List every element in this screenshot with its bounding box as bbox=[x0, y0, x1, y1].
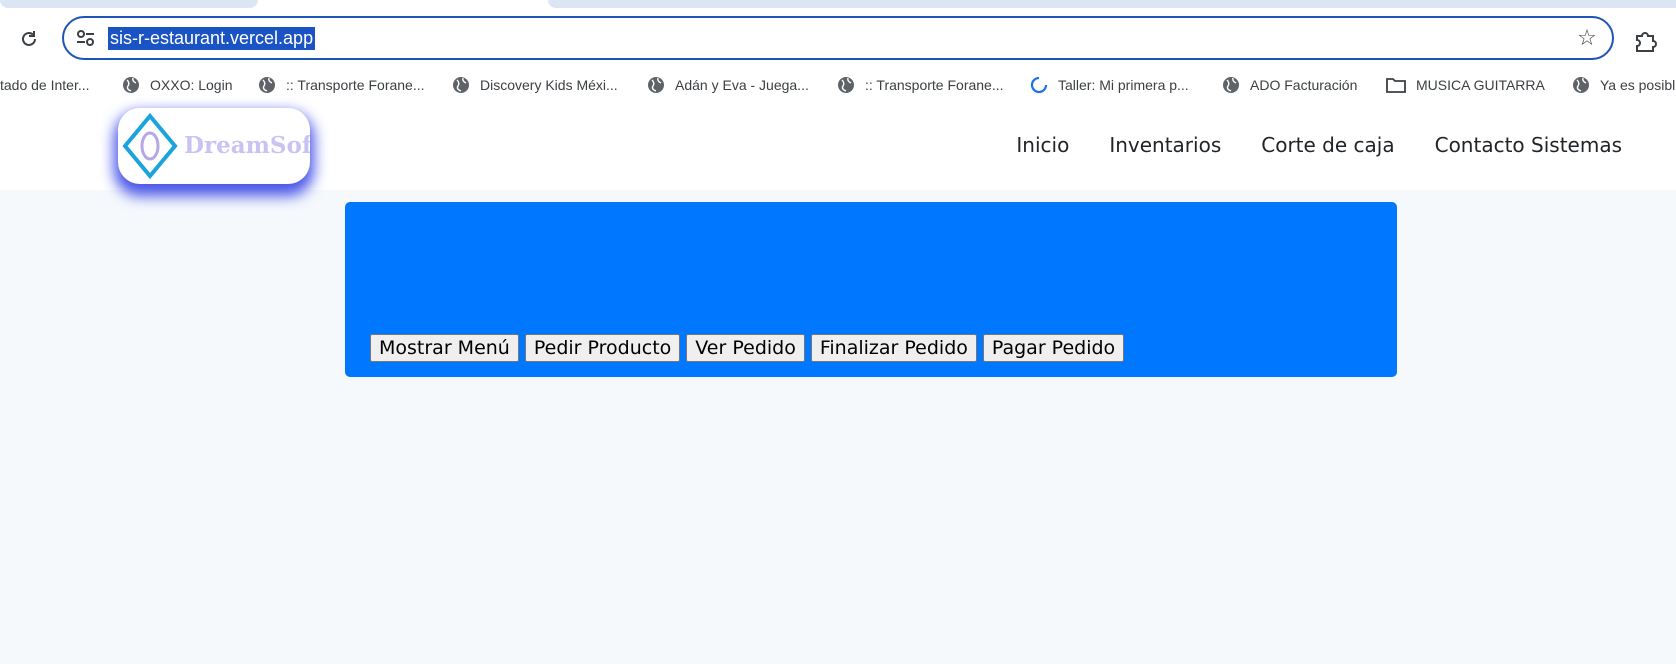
globe-icon bbox=[1223, 77, 1239, 93]
browser-tab[interactable] bbox=[548, 0, 1676, 8]
bookmark-label: tado de Inter... bbox=[0, 77, 90, 93]
bookmark-item[interactable]: Adán y Eva - Juega... bbox=[647, 70, 809, 100]
order-panel: Mostrar Menú Pedir Producto Ver Pedido F… bbox=[345, 202, 1397, 377]
bookmark-label: Adán y Eva - Juega... bbox=[675, 77, 809, 93]
bookmark-item[interactable]: OXXO: Login bbox=[122, 70, 233, 100]
bookmark-item[interactable]: ADO Facturación bbox=[1222, 70, 1357, 100]
globe-icon bbox=[453, 77, 469, 93]
bookmark-item[interactable]: Ya es posibl bbox=[1572, 70, 1675, 100]
bookmark-label: Ya es posibl bbox=[1600, 77, 1676, 93]
site-info-icon[interactable] bbox=[74, 27, 98, 49]
nav-contacto-sistemas[interactable]: Contacto Sistemas bbox=[1435, 133, 1622, 157]
bookmark-label: MUSICA GUITARRA bbox=[1416, 77, 1545, 93]
extensions-icon[interactable] bbox=[1632, 28, 1658, 54]
finalizar-pedido-button[interactable]: Finalizar Pedido bbox=[810, 334, 977, 362]
bookmark-item[interactable]: Taller: Mi primera p... bbox=[1030, 70, 1189, 100]
bookmark-label: Taller: Mi primera p... bbox=[1058, 77, 1189, 93]
bookmark-item[interactable]: Discovery Kids Méxi... bbox=[452, 70, 618, 100]
globe-icon bbox=[648, 77, 664, 93]
pedir-producto-button[interactable]: Pedir Producto bbox=[524, 334, 681, 362]
globe-icon bbox=[123, 77, 139, 93]
tab-strip bbox=[0, 0, 1676, 10]
logo-text: DreamSoft bbox=[184, 132, 310, 159]
bookmark-star-icon[interactable]: ☆ bbox=[1574, 25, 1600, 51]
url-text[interactable]: sis-r-estaurant.vercel.app bbox=[108, 27, 316, 50]
globe-icon bbox=[259, 77, 275, 93]
bookmarks-bar: tado de Inter... OXXO: Login :: Transpor… bbox=[0, 70, 1676, 100]
globe-icon bbox=[1573, 77, 1589, 93]
browser-tab[interactable] bbox=[0, 0, 258, 8]
reload-icon[interactable] bbox=[14, 24, 44, 54]
diamond-logo-icon bbox=[122, 112, 178, 180]
bookmark-label: Discovery Kids Méxi... bbox=[480, 77, 618, 93]
pagar-pedido-button[interactable]: Pagar Pedido bbox=[982, 334, 1125, 362]
folder-icon bbox=[1386, 78, 1406, 93]
site-header: DreamSoft Inicio Inventarios Corte de ca… bbox=[0, 100, 1676, 190]
bookmark-label: ADO Facturación bbox=[1250, 77, 1358, 93]
globe-icon bbox=[838, 77, 854, 93]
main-nav: Inicio Inventarios Corte de caja Contact… bbox=[1016, 100, 1622, 190]
browser-toolbar: sis-r-estaurant.vercel.app ☆ bbox=[0, 10, 1676, 76]
ver-pedido-button[interactable]: Ver Pedido bbox=[686, 334, 805, 362]
mostrar-menu-button[interactable]: Mostrar Menú bbox=[370, 334, 519, 362]
loading-icon bbox=[1030, 76, 1048, 94]
address-bar[interactable]: sis-r-estaurant.vercel.app ☆ bbox=[62, 16, 1614, 60]
bookmark-item[interactable]: MUSICA GUITARRA bbox=[1386, 70, 1545, 100]
bookmark-item[interactable]: :: Transporte Forane... bbox=[258, 70, 425, 100]
bookmark-label: OXXO: Login bbox=[150, 77, 233, 93]
order-actions: Mostrar Menú Pedir Producto Ver Pedido F… bbox=[370, 334, 1125, 362]
bookmark-label: :: Transporte Forane... bbox=[865, 77, 1004, 93]
bookmark-label: :: Transporte Forane... bbox=[286, 77, 425, 93]
nav-inicio[interactable]: Inicio bbox=[1016, 133, 1069, 157]
dreamsoft-logo[interactable]: DreamSoft bbox=[118, 108, 310, 184]
bookmark-item[interactable]: tado de Inter... bbox=[0, 70, 90, 100]
nav-inventarios[interactable]: Inventarios bbox=[1109, 133, 1221, 157]
bookmark-item[interactable]: :: Transporte Forane... bbox=[837, 70, 1004, 100]
nav-corte-de-caja[interactable]: Corte de caja bbox=[1261, 133, 1394, 157]
